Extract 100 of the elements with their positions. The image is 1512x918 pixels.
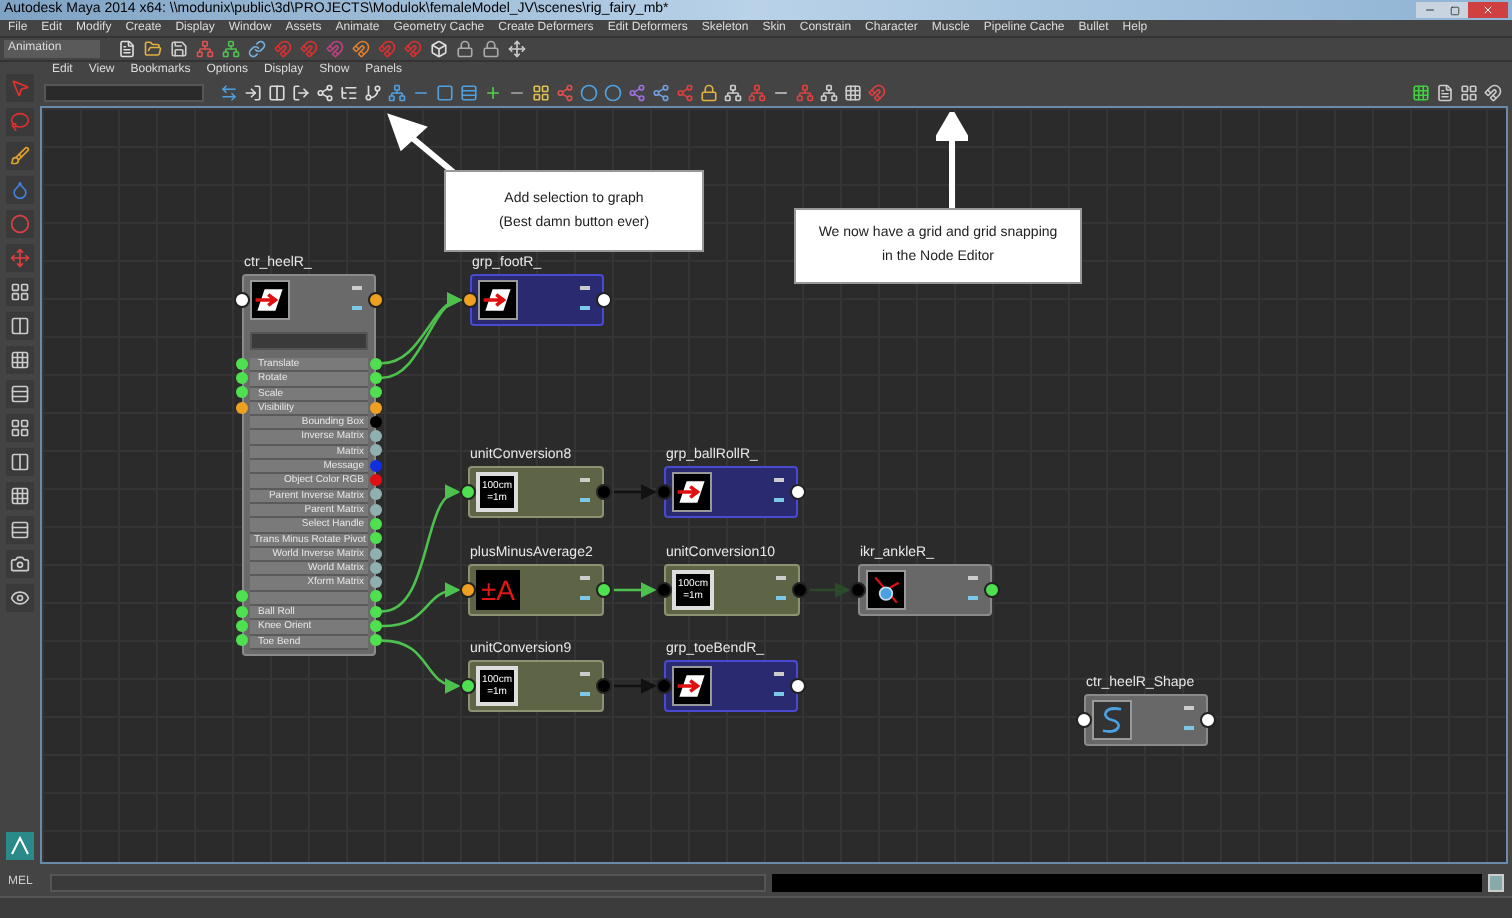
input-icon[interactable]	[242, 81, 264, 103]
node-options-icon[interactable]	[774, 672, 784, 696]
lock-icon[interactable]	[480, 38, 502, 60]
minimize-icon[interactable]	[1423, 4, 1435, 16]
node-canvas[interactable]	[40, 106, 1508, 864]
input-port[interactable]	[460, 484, 476, 500]
input-port[interactable]	[850, 582, 866, 598]
input-port[interactable]	[234, 292, 250, 308]
output-port[interactable]	[790, 678, 806, 694]
lasso-icon[interactable]	[6, 108, 34, 136]
magnet-icon[interactable]	[350, 38, 372, 60]
circle-icon[interactable]	[602, 81, 624, 103]
tree-icon[interactable]	[338, 81, 360, 103]
link-icon[interactable]	[246, 38, 268, 60]
input-port[interactable]	[462, 292, 478, 308]
output-port[interactable]	[368, 292, 384, 308]
move-icon[interactable]	[506, 38, 528, 60]
folder-icon[interactable]	[142, 38, 164, 60]
columns-icon[interactable]	[6, 312, 34, 340]
grid-icon[interactable]	[1410, 81, 1432, 103]
node-options-icon[interactable]	[580, 576, 590, 600]
node-body[interactable]	[470, 274, 604, 326]
node-options-icon[interactable]	[580, 286, 590, 310]
plus-icon[interactable]	[482, 81, 504, 103]
input-port[interactable]	[656, 484, 672, 500]
grid-icon[interactable]	[6, 482, 34, 510]
input-port[interactable]	[236, 605, 248, 618]
rows-icon[interactable]	[6, 380, 34, 408]
grid-icon[interactable]	[842, 81, 864, 103]
node-options-icon[interactable]	[580, 478, 590, 502]
rows-icon[interactable]	[6, 516, 34, 544]
input-port[interactable]	[656, 678, 672, 694]
network-icon[interactable]	[194, 38, 216, 60]
input-port[interactable]	[236, 386, 248, 399]
file-icon[interactable]	[116, 38, 138, 60]
input-port[interactable]	[460, 582, 476, 598]
maximize-button[interactable]	[1442, 2, 1468, 18]
node-body[interactable]	[858, 564, 992, 616]
grid-icon[interactable]	[6, 346, 34, 374]
rows-icon[interactable]	[458, 81, 480, 103]
graph-icon[interactable]	[314, 81, 336, 103]
node-body[interactable]: ±A	[468, 564, 604, 616]
input-port[interactable]	[236, 634, 248, 647]
layout-icon[interactable]	[6, 278, 34, 306]
close-icon[interactable]	[1482, 4, 1494, 16]
script-editor-icon[interactable]	[1488, 873, 1504, 891]
input-port[interactable]	[236, 371, 248, 384]
output-port[interactable]	[596, 292, 612, 308]
input-port[interactable]	[656, 582, 672, 598]
node-options-icon[interactable]	[968, 576, 978, 600]
brush-icon[interactable]	[6, 142, 34, 170]
node-options-icon[interactable]	[352, 286, 362, 310]
layout-icon[interactable]	[6, 414, 34, 442]
camera-icon[interactable]	[6, 550, 34, 578]
swap-icon[interactable]	[218, 81, 240, 103]
lock-icon[interactable]	[454, 38, 476, 60]
maximize-icon[interactable]	[1450, 5, 1460, 15]
input-port[interactable]	[460, 678, 476, 694]
save-icon[interactable]	[168, 38, 190, 60]
layout-icon[interactable]	[1458, 81, 1480, 103]
output-port[interactable]	[790, 484, 806, 500]
droplet-icon[interactable]	[6, 176, 34, 204]
input-port[interactable]	[236, 357, 248, 370]
columns-icon[interactable]	[6, 448, 34, 476]
output-port[interactable]	[1200, 712, 1216, 728]
node-body[interactable]	[664, 466, 798, 518]
input-port[interactable]	[236, 401, 248, 413]
node-options-icon[interactable]	[774, 478, 784, 502]
branch-icon[interactable]	[362, 81, 384, 103]
node-options-icon[interactable]	[1184, 706, 1194, 730]
cube-icon[interactable]	[428, 38, 450, 60]
input-port[interactable]	[1076, 712, 1092, 728]
node-search-field[interactable]	[250, 332, 368, 350]
eye-icon[interactable]	[6, 584, 34, 612]
columns-icon[interactable]	[266, 81, 288, 103]
file-icon[interactable]	[1434, 81, 1456, 103]
node-body[interactable]	[1084, 694, 1208, 746]
pointer-icon[interactable]	[6, 74, 34, 102]
graph-icon[interactable]	[650, 81, 672, 103]
lock-icon[interactable]	[698, 81, 720, 103]
circle-icon[interactable]	[578, 81, 600, 103]
minimize-button[interactable]	[1416, 2, 1442, 18]
output-icon[interactable]	[290, 81, 312, 103]
input-port[interactable]	[236, 620, 248, 632]
layout-icon[interactable]	[530, 81, 552, 103]
node-body[interactable]	[242, 274, 376, 656]
output-port[interactable]	[984, 582, 1000, 598]
network-icon[interactable]	[722, 81, 744, 103]
input-port[interactable]	[236, 590, 248, 603]
node-options-icon[interactable]	[580, 672, 590, 696]
command-input[interactable]	[50, 873, 766, 891]
search-field[interactable]	[44, 83, 204, 101]
square-icon[interactable]	[434, 81, 456, 103]
output-port[interactable]	[596, 582, 612, 598]
node-body[interactable]	[664, 660, 798, 712]
circle-icon[interactable]	[6, 210, 34, 238]
node-options-icon[interactable]	[776, 576, 786, 600]
network-icon[interactable]	[818, 81, 840, 103]
network-icon[interactable]	[220, 38, 242, 60]
network-icon[interactable]	[386, 81, 408, 103]
